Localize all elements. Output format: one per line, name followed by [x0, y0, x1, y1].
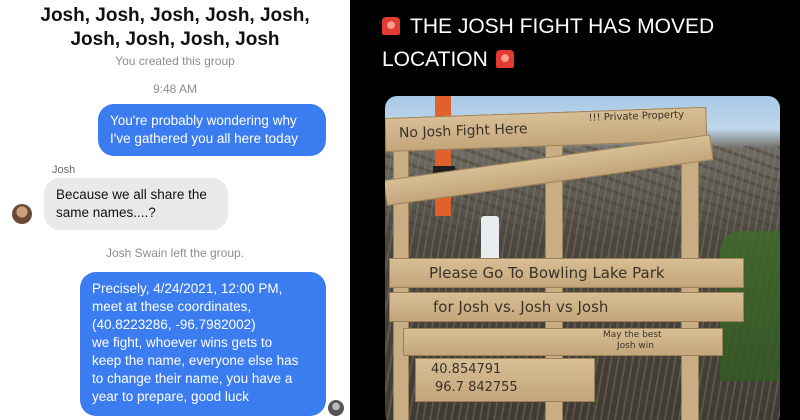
message-line: to change their name, you have a: [92, 371, 293, 386]
member-left-note: Josh Swain left the group.: [105, 246, 245, 260]
group-title-line: Josh, Josh, Josh, Josh, Josh,: [40, 5, 310, 26]
incoming-message-bubble[interactable]: Because we all share the same names....?: [44, 178, 228, 230]
sign-main-line2: for Josh vs. Josh vs Josh: [433, 298, 609, 316]
message-line: (40.8223286, -96.7982002): [92, 317, 256, 332]
group-chat-screenshot: Josh, Josh, Josh, Josh, Josh, Josh, Josh…: [0, 0, 350, 420]
group-title: Josh, Josh, Josh, Josh, Josh, Josh, Josh…: [0, 4, 350, 52]
outgoing-message-bubble[interactable]: You're probably wondering why I've gathe…: [98, 104, 326, 156]
tweet-text: THE JOSH FIGHT HAS MOVED LOCATION: [382, 10, 792, 76]
message-line: we fight, whoever wins gets to: [92, 335, 273, 350]
pallet-board-middle-2: for Josh vs. Josh vs Josh: [389, 292, 744, 322]
chat-timestamp: 9:48 AM: [152, 82, 198, 96]
message-line: You're probably wondering why: [110, 113, 297, 128]
sign-coords-line2: 96.7 842755: [435, 380, 518, 395]
message-line: Because we all share the: [56, 187, 207, 202]
sign-coords-line1: 40.854791: [431, 362, 502, 377]
message-line: year to prepare, good luck: [92, 389, 249, 404]
outgoing-message-bubble[interactable]: Precisely, 4/24/2021, 12:00 PM, meet at …: [80, 272, 326, 416]
message-line: meet at these coordinates,: [92, 299, 252, 314]
read-receipt-avatar: [328, 400, 344, 416]
tweet-text-line: THE JOSH FIGHT HAS MOVED: [410, 15, 715, 38]
pallet-board-lower: May the best Josh win: [403, 328, 723, 356]
pallet-board-bottom: 40.854791 96.7 842755: [415, 358, 595, 402]
message-line: same names....?: [56, 205, 156, 220]
sign-top-note: !!! Private Property: [588, 109, 685, 124]
sender-name: Josh: [52, 164, 76, 176]
message-line: Precisely, 4/24/2021, 12:00 PM,: [92, 281, 283, 296]
sign-small-note-line2: Josh win: [617, 341, 654, 351]
sign-small-note-line1: May the best: [603, 330, 662, 340]
avatar[interactable]: [12, 204, 32, 224]
rotating-light-icon: [495, 50, 514, 68]
sign-main-line1: Please Go To Bowling Lake Park: [429, 264, 665, 282]
rotating-light-icon: [382, 17, 400, 35]
tweet: THE JOSH FIGHT HAS MOVED LOCATION No Jos…: [352, 0, 800, 420]
tweet-text-line: LOCATION: [382, 48, 488, 71]
group-created-note: You created this group: [115, 54, 235, 68]
tweet-photo[interactable]: No Josh Fight Here !!! Private Property …: [385, 96, 780, 420]
pallet-board-middle: Please Go To Bowling Lake Park: [389, 258, 744, 288]
message-line: I've gathered you all here today: [110, 131, 298, 146]
group-title-line: Josh, Josh, Josh, Josh: [70, 29, 280, 50]
sign-top-text: No Josh Fight Here: [398, 121, 528, 142]
message-line: keep the name, everyone else has: [92, 353, 299, 368]
